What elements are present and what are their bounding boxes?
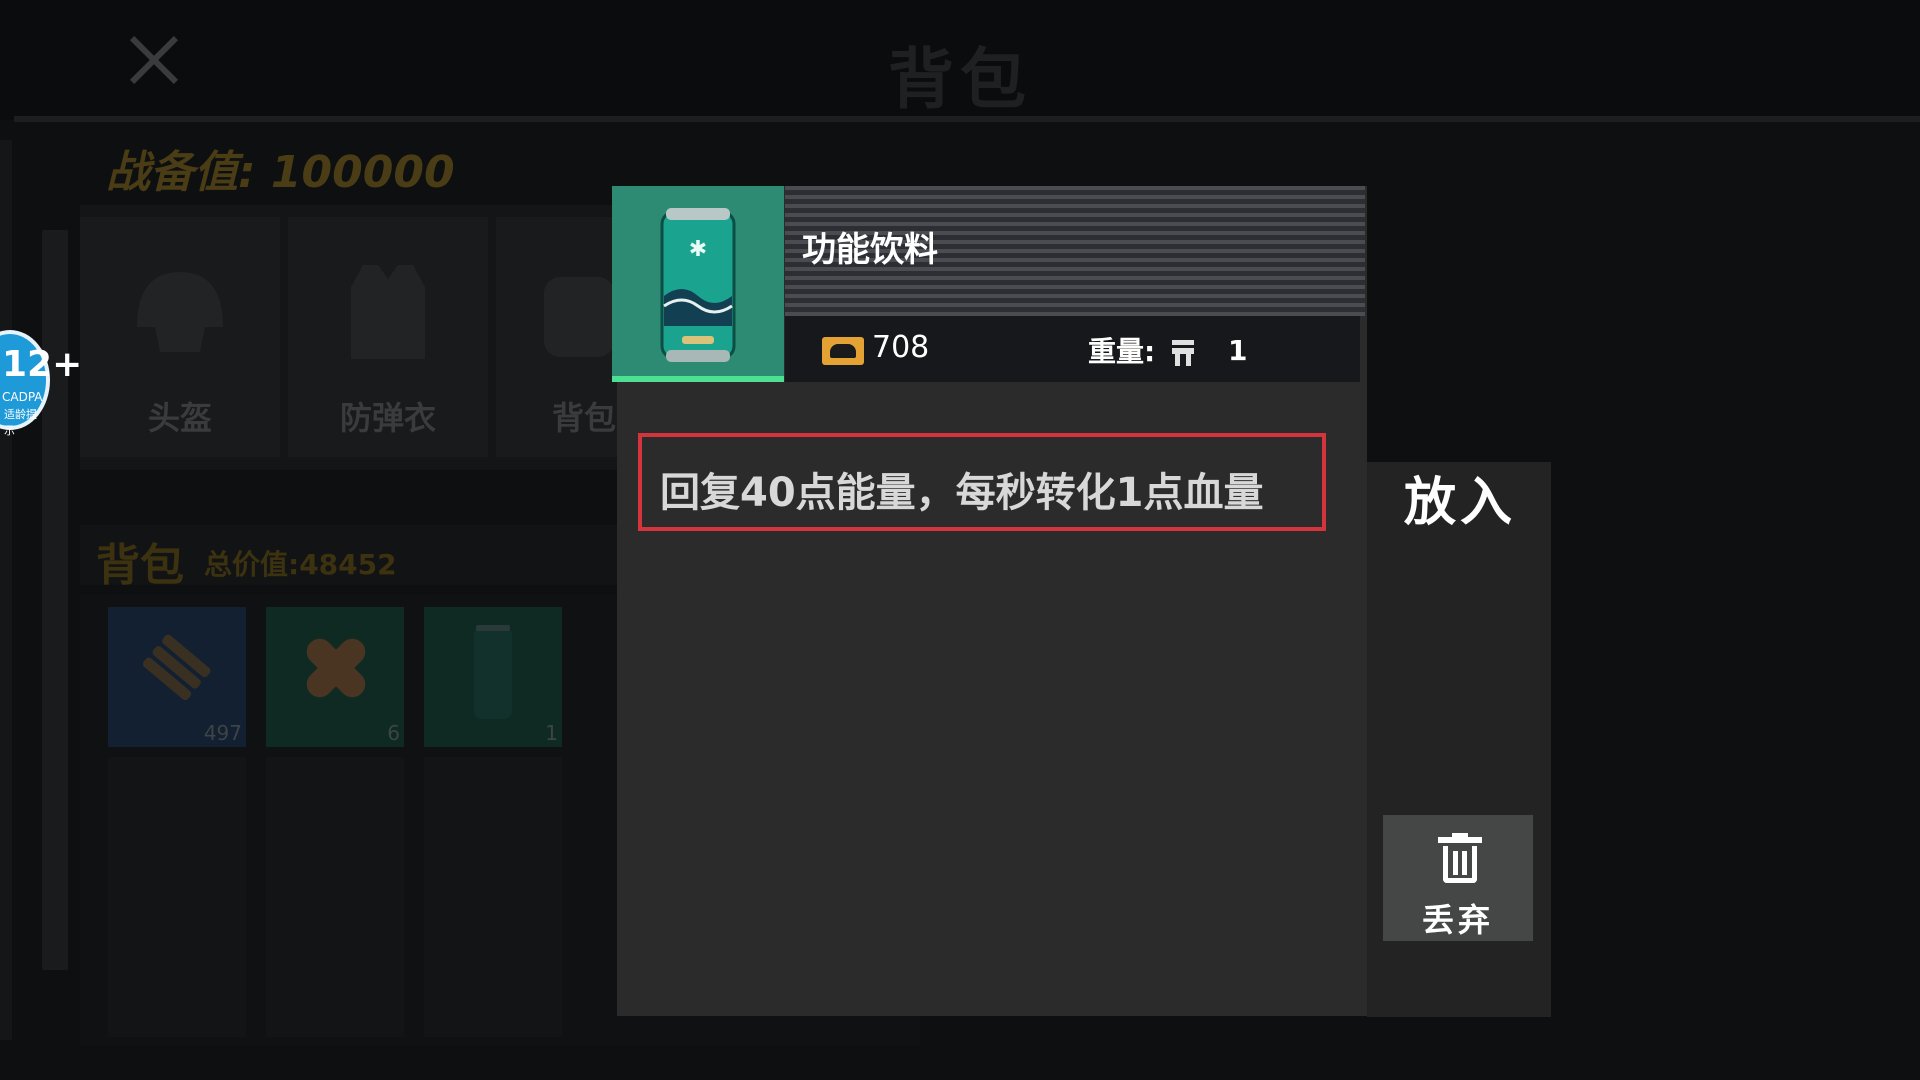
item-name: 功能饮料 — [802, 230, 938, 270]
bandage-icon — [306, 638, 366, 698]
equipment-panel: 头盔 防弹衣 背包 — [80, 205, 640, 470]
coin-icon — [822, 337, 864, 365]
weight-value: 1 — [1228, 334, 1248, 367]
bag-item-bandage[interactable]: 6 — [266, 607, 404, 747]
put-in-button[interactable]: 放入 — [1370, 468, 1550, 538]
equip-slot-helmet[interactable]: 头盔 — [80, 217, 280, 457]
equip-slot-label: 头盔 — [147, 399, 212, 437]
item-quantity: 1 — [545, 721, 558, 745]
weight-icon — [1172, 340, 1194, 366]
bag-slot-empty[interactable] — [108, 757, 246, 1037]
svg-text:✱: ✱ — [689, 237, 707, 262]
combat-value: 战备值: 100000 — [106, 147, 455, 198]
item-quantity: 6 — [387, 721, 400, 745]
item-quantity: 497 — [203, 721, 242, 745]
game-screen: 背包 战备值: 100000 头盔 防弹衣 背包 背包 总价值:48452 49… — [0, 0, 1920, 1080]
bag-total-value: 总价值:48452 — [204, 548, 397, 581]
helmet-icon — [125, 257, 235, 367]
bag-slot-empty[interactable] — [424, 757, 562, 1037]
left-edge — [0, 140, 12, 1040]
equip-slot-label: 防弹衣 — [339, 399, 436, 437]
bag-header: 背包 总价值:48452 — [80, 525, 640, 591]
bag-item-energy-drink[interactable]: 1 — [424, 607, 562, 747]
bag-slot-empty[interactable] — [266, 757, 404, 1037]
weight-label: 重量: — [1088, 335, 1156, 368]
age-rating: 12+ — [2, 344, 83, 385]
discard-button[interactable]: 丢弃 — [1383, 815, 1533, 941]
drink-can-icon — [474, 625, 512, 719]
bag-title: 背包 — [96, 540, 184, 591]
age-rating-org: CADPA — [2, 390, 43, 404]
discard-label: 丢弃 — [1421, 901, 1494, 939]
top-divider — [14, 116, 1920, 122]
vest-icon — [333, 257, 443, 367]
close-button[interactable] — [118, 25, 188, 95]
age-rating-note: 适龄提示 — [4, 408, 37, 437]
item-price: 708 — [872, 330, 930, 365]
drink-can-icon: ✱ — [660, 208, 736, 362]
scrollbar[interactable] — [42, 230, 68, 970]
page-title: 背包 — [888, 41, 1032, 118]
bag-item-ammo[interactable]: 497 — [108, 607, 246, 747]
age-rating-badge: 12+ CADPA 适龄提示 — [0, 330, 82, 437]
item-description: 回复40点能量，每秒转化1点血量 — [660, 470, 1264, 516]
equip-slot-vest[interactable]: 防弹衣 — [288, 217, 488, 457]
item-icon-frame: ✱ — [612, 186, 784, 382]
backpack-icon — [536, 257, 616, 367]
trash-icon — [1438, 833, 1482, 883]
ammo-icon — [142, 634, 211, 701]
